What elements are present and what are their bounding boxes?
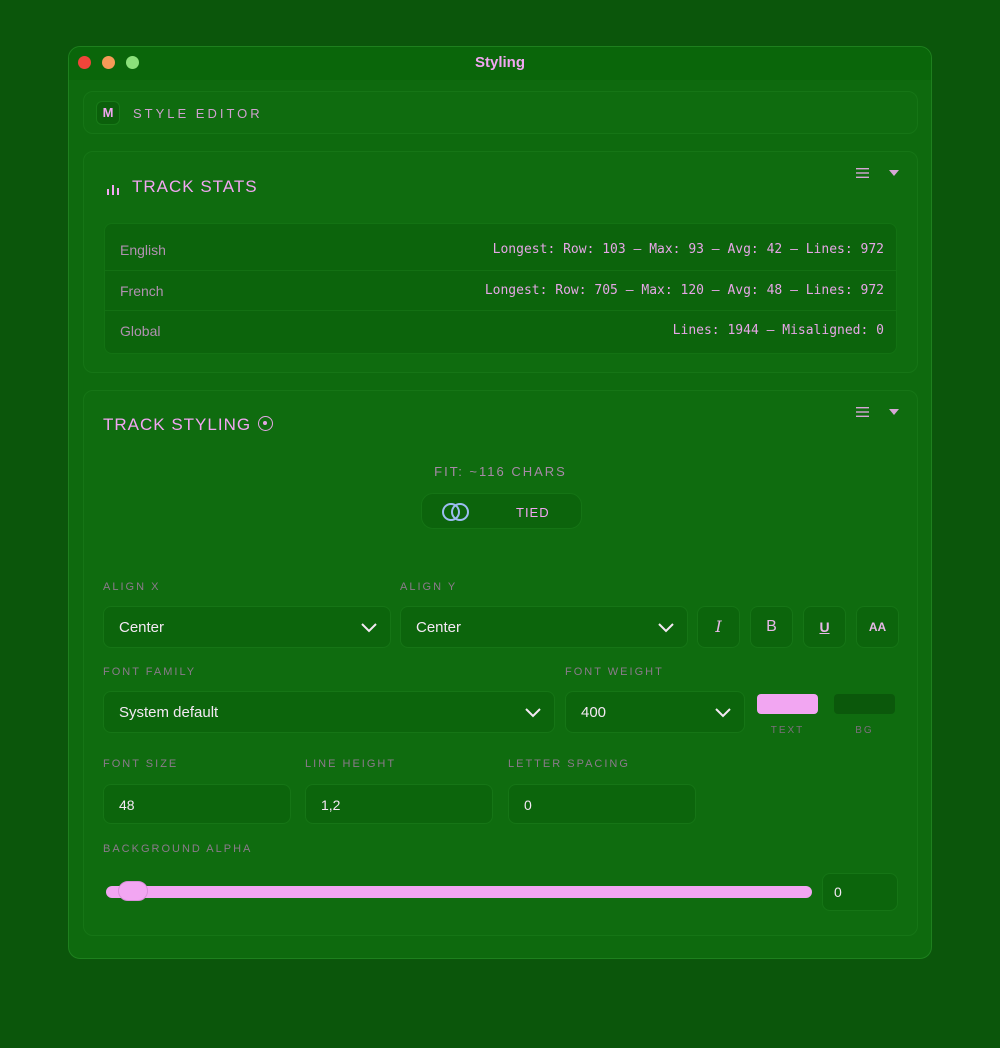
caps-button[interactable]: AA — [856, 606, 899, 648]
stats-row-value: Longest: Row: 705 — Max: 120 — Avg: 48 —… — [484, 283, 884, 298]
font-size-input[interactable]: 48 — [103, 784, 291, 824]
font-weight-label: FONT WEIGHT — [565, 666, 664, 678]
background-alpha-label: BACKGROUND ALPHA — [103, 843, 253, 855]
track-styling-panel: TRACK STYLING FIT: ~116 CHARS TIED ALIGN… — [83, 390, 918, 936]
bar-chart-icon — [106, 182, 120, 200]
line-height-value: 1,2 — [321, 797, 341, 813]
bg-color-label: BG — [855, 725, 874, 736]
background-alpha-value: 0 — [834, 884, 842, 900]
stats-row-value: Lines: 1944 — Misaligned: 0 — [672, 323, 884, 338]
font-size-label: FONT SIZE — [103, 758, 179, 770]
bg-color-swatch[interactable] — [834, 694, 895, 714]
stats-row: Global Lines: 1944 — Misaligned: 0 — [105, 310, 896, 350]
info-icon[interactable] — [258, 416, 273, 431]
stats-row-label: French — [120, 283, 164, 299]
align-y-select[interactable]: Center — [400, 606, 688, 648]
title-bar: Styling — [69, 47, 931, 80]
stats-menu-button[interactable] — [849, 160, 875, 186]
app-window: Styling M STYLE EDITOR TRACK STATS Engli… — [68, 46, 932, 959]
letter-spacing-label: LETTER SPACING — [508, 758, 630, 770]
font-size-value: 48 — [119, 797, 135, 813]
stats-row-label: English — [120, 242, 166, 258]
font-weight-select[interactable]: 400 — [565, 691, 745, 733]
stats-row-value: Longest: Row: 103 — Max: 93 — Avg: 42 — … — [492, 242, 884, 257]
font-family-value: System default — [119, 704, 219, 721]
styling-collapse-button[interactable] — [881, 399, 907, 425]
stats-collapse-button[interactable] — [881, 160, 907, 186]
bold-button[interactable]: B — [750, 606, 793, 648]
stats-table: English Longest: Row: 103 — Max: 93 — Av… — [104, 223, 897, 354]
align-x-select[interactable]: Center — [103, 606, 391, 648]
fit-readout: FIT: ~116 CHARS — [434, 464, 567, 479]
style-editor-header: M STYLE EDITOR — [83, 91, 918, 134]
align-x-value: Center — [119, 619, 165, 636]
font-family-label: FONT FAMILY — [103, 666, 197, 678]
font-family-select[interactable]: System default — [103, 691, 555, 733]
track-stats-panel: TRACK STATS English Longest: Row: 103 — … — [83, 151, 918, 373]
font-weight-value: 400 — [581, 704, 607, 721]
background-alpha-slider-track[interactable] — [106, 886, 812, 898]
styling-menu-button[interactable] — [849, 399, 875, 425]
chevron-down-icon — [361, 623, 377, 633]
chevron-down-icon — [525, 708, 541, 718]
caret-down-icon — [889, 170, 899, 176]
app-badge: M — [96, 101, 120, 125]
caret-down-icon — [889, 409, 899, 415]
stats-row: English Longest: Row: 103 — Max: 93 — Av… — [105, 230, 896, 270]
text-color-label: TEXT — [770, 725, 805, 736]
align-y-label: ALIGN Y — [400, 581, 458, 593]
underline-button[interactable]: U — [803, 606, 846, 648]
italic-button[interactable]: I — [697, 606, 740, 648]
text-color-swatch[interactable] — [757, 694, 818, 714]
letter-spacing-input[interactable]: 0 — [508, 784, 696, 824]
align-y-value: Center — [416, 619, 462, 636]
tied-label: TIED — [516, 505, 550, 520]
link-rings-icon — [440, 502, 472, 527]
tied-toggle[interactable]: TIED — [421, 493, 582, 529]
track-styling-title: TRACK STYLING — [103, 415, 252, 434]
stats-row-label: Global — [120, 323, 161, 339]
hamburger-icon — [855, 407, 869, 417]
line-height-label: LINE HEIGHT — [305, 758, 397, 770]
letter-spacing-value: 0 — [524, 797, 532, 813]
chevron-down-icon — [658, 623, 674, 633]
align-x-label: ALIGN X — [103, 581, 161, 593]
background-alpha-slider-thumb[interactable] — [118, 881, 148, 901]
hamburger-icon — [855, 168, 869, 178]
window-title: Styling — [474, 54, 525, 71]
track-stats-title: TRACK STATS — [132, 177, 258, 196]
background-alpha-input[interactable]: 0 — [822, 873, 898, 911]
line-height-input[interactable]: 1,2 — [305, 784, 493, 824]
chevron-down-icon — [715, 708, 731, 718]
header-title: STYLE EDITOR — [133, 106, 263, 121]
stats-row: French Longest: Row: 705 — Max: 120 — Av… — [105, 270, 896, 310]
